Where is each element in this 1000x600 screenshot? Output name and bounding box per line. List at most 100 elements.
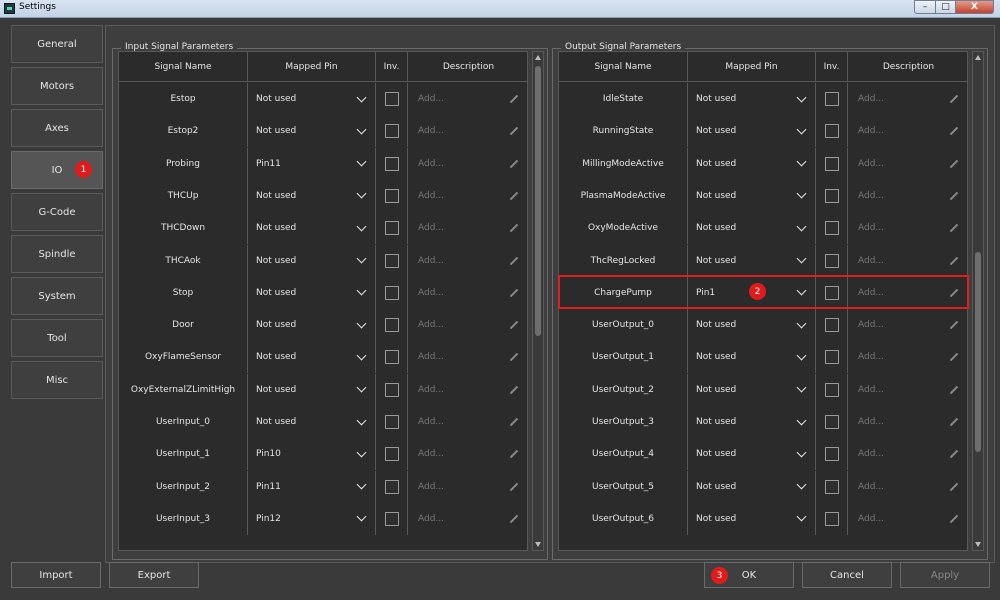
header-signal-name[interactable]: Signal Name (559, 52, 688, 81)
pencil-icon[interactable] (949, 385, 959, 395)
pencil-icon[interactable] (949, 417, 959, 427)
pencil-icon[interactable] (509, 126, 519, 136)
description-field[interactable]: Add... (408, 406, 527, 438)
description-field[interactable]: Add... (848, 309, 967, 341)
chevron-down-icon[interactable] (356, 511, 367, 522)
description-field[interactable]: Add... (848, 503, 967, 535)
pencil-icon[interactable] (949, 126, 959, 136)
chevron-down-icon[interactable] (796, 382, 807, 393)
mapped-pin-select[interactable]: Not used (248, 115, 376, 148)
scroll-down-icon[interactable] (535, 542, 541, 547)
chevron-down-icon[interactable] (796, 253, 807, 264)
description-field[interactable]: Add... (408, 212, 527, 244)
description-field[interactable]: Add... (848, 245, 967, 277)
mapped-pin-select[interactable]: Not used (248, 212, 376, 245)
invert-checkbox[interactable] (384, 511, 399, 526)
description-field[interactable]: Add... (848, 180, 967, 212)
mapped-pin-select[interactable]: Not used (248, 341, 376, 374)
nav-general[interactable]: General (11, 25, 103, 63)
description-field[interactable]: Add... (408, 180, 527, 212)
invert-checkbox[interactable] (384, 156, 399, 171)
scroll-up-icon[interactable] (975, 55, 981, 60)
mapped-pin-select[interactable]: Not used (688, 179, 816, 212)
nav-gcode[interactable]: G-Code (11, 193, 103, 231)
nav-motors[interactable]: Motors (11, 67, 103, 105)
pencil-icon[interactable] (509, 417, 519, 427)
minimize-button[interactable]: – (914, 0, 936, 14)
invert-checkbox[interactable] (384, 285, 399, 300)
invert-checkbox[interactable] (384, 253, 399, 268)
pencil-icon[interactable] (509, 514, 519, 524)
description-field[interactable]: Add... (408, 503, 527, 535)
description-field[interactable]: Add... (848, 212, 967, 244)
mapped-pin-select[interactable]: Not used (688, 212, 816, 245)
pencil-icon[interactable] (949, 320, 959, 330)
close-button[interactable]: X (956, 0, 994, 14)
invert-checkbox[interactable] (824, 415, 839, 429)
mapped-pin-select[interactable]: Pin11 (248, 470, 376, 503)
chevron-down-icon[interactable] (356, 124, 367, 135)
invert-checkbox[interactable] (824, 479, 839, 494)
mapped-pin-select[interactable]: Not used (688, 438, 816, 471)
chevron-down-icon[interactable] (796, 156, 807, 167)
pencil-icon[interactable] (509, 352, 519, 362)
chevron-down-icon[interactable] (796, 124, 807, 135)
scroll-thumb[interactable] (975, 252, 981, 452)
nav-axes[interactable]: Axes (11, 109, 103, 147)
invert-checkbox[interactable] (824, 253, 839, 268)
chevron-down-icon[interactable] (796, 511, 807, 522)
pencil-icon[interactable] (949, 191, 959, 201)
mapped-pin-select[interactable]: Pin12 (248, 502, 376, 535)
header-description[interactable]: Description (848, 52, 967, 81)
description-field[interactable]: Add... (408, 341, 527, 373)
description-field[interactable]: Add... (848, 341, 967, 373)
header-mapped-pin[interactable]: Mapped Pin (688, 52, 816, 81)
mapped-pin-select[interactable]: Pin10 (248, 438, 376, 471)
mapped-pin-select[interactable]: Not used (248, 83, 376, 115)
mapped-pin-select[interactable]: Not used (248, 309, 376, 342)
chevron-down-icon[interactable] (356, 447, 367, 458)
pencil-icon[interactable] (509, 191, 519, 201)
description-field[interactable]: Add... (408, 374, 527, 406)
invert-checkbox[interactable] (824, 221, 839, 236)
chevron-down-icon[interactable] (356, 318, 367, 329)
export-button[interactable]: Export (109, 562, 199, 588)
pencil-icon[interactable] (509, 288, 519, 298)
header-mapped-pin[interactable]: Mapped Pin (248, 52, 376, 81)
chevron-down-icon[interactable] (796, 221, 807, 232)
mapped-pin-select[interactable]: Not used (688, 406, 816, 438)
description-field[interactable]: Add... (408, 115, 527, 147)
scroll-up-icon[interactable] (535, 55, 541, 60)
mapped-pin-select[interactable]: Not used (248, 244, 376, 277)
maximize-button[interactable]: □ (936, 0, 956, 14)
nav-misc[interactable]: Misc (11, 361, 103, 399)
invert-checkbox[interactable] (384, 188, 399, 203)
pencil-icon[interactable] (509, 385, 519, 395)
invert-checkbox[interactable] (384, 221, 399, 236)
header-signal-name[interactable]: Signal Name (119, 52, 248, 81)
invert-checkbox[interactable] (824, 92, 839, 106)
description-field[interactable]: Add... (848, 471, 967, 503)
header-description[interactable]: Description (408, 52, 527, 81)
mapped-pin-select[interactable]: Not used (688, 83, 816, 115)
invert-checkbox[interactable] (824, 124, 839, 139)
invert-checkbox[interactable] (824, 511, 839, 526)
pencil-icon[interactable] (949, 352, 959, 362)
chevron-down-icon[interactable] (356, 479, 367, 490)
invert-checkbox[interactable] (384, 447, 399, 462)
pencil-icon[interactable] (509, 256, 519, 266)
invert-checkbox[interactable] (824, 447, 839, 462)
invert-checkbox[interactable] (824, 318, 839, 333)
pencil-icon[interactable] (949, 159, 959, 169)
mapped-pin-select[interactable]: Not used (248, 406, 376, 438)
nav-spindle[interactable]: Spindle (11, 235, 103, 273)
pencil-icon[interactable] (949, 449, 959, 459)
chevron-down-icon[interactable] (356, 188, 367, 199)
invert-checkbox[interactable] (824, 188, 839, 203)
description-field[interactable]: Add... (408, 245, 527, 277)
header-inv[interactable]: Inv. (376, 52, 408, 81)
pencil-icon[interactable] (949, 256, 959, 266)
invert-checkbox[interactable] (384, 350, 399, 365)
header-inv[interactable]: Inv. (816, 52, 848, 81)
scroll-down-icon[interactable] (975, 542, 981, 547)
